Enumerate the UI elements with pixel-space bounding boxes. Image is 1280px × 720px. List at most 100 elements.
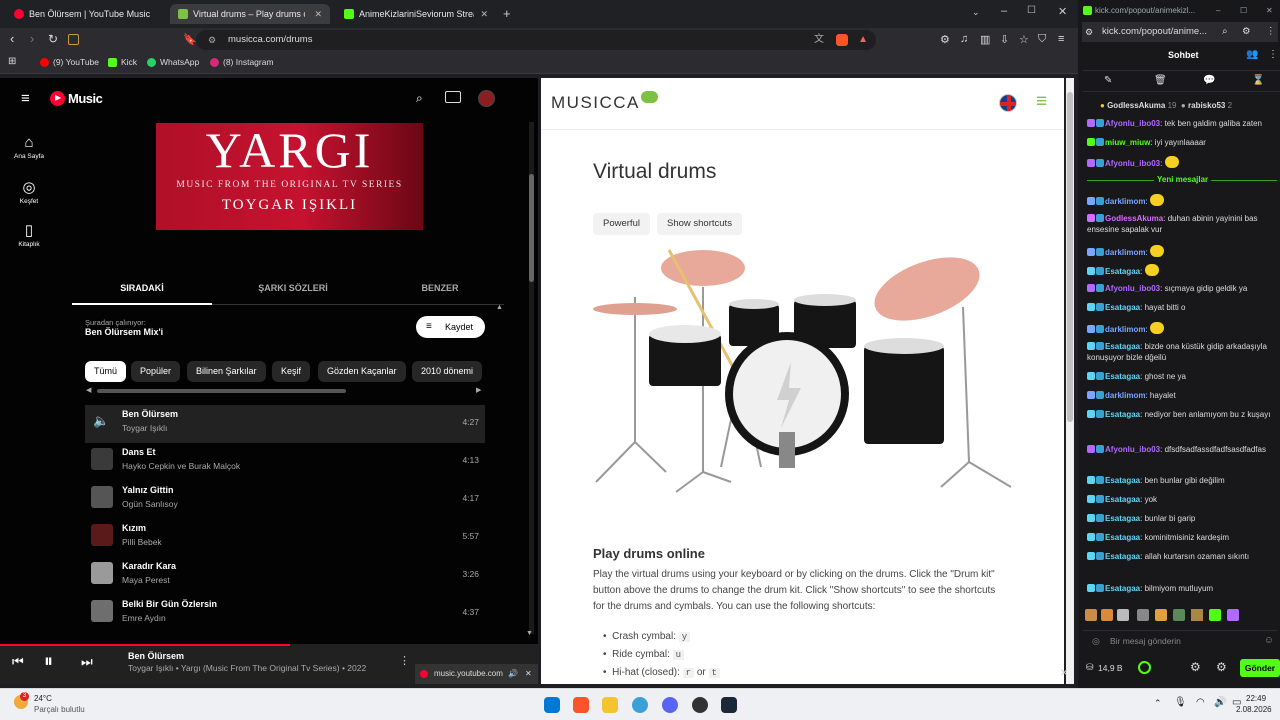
chip-2010[interactable]: 2010 dönemi xyxy=(412,361,483,382)
wifi-icon[interactable]: ◠ xyxy=(1196,697,1205,708)
chat-username[interactable]: Esatagaa xyxy=(1105,495,1140,504)
queue-scroll-down-icon[interactable]: ▼ xyxy=(526,630,533,637)
menu-icon[interactable]: ⋮ xyxy=(1266,22,1276,42)
settings-app-icon[interactable] xyxy=(632,697,648,713)
musicca-logo[interactable]: MUSICCA xyxy=(551,93,640,113)
chat-username[interactable]: Afyonlu_ibo03 xyxy=(1105,119,1160,128)
chat-username[interactable]: darklimom xyxy=(1105,325,1145,334)
close-window-icon[interactable]: ✕ xyxy=(1058,5,1067,18)
chat-message[interactable]: GodlessAkuma: duhan abinin yayinini bas … xyxy=(1087,213,1277,235)
emoji-icon[interactable]: ☺ xyxy=(1264,631,1274,651)
favorites-icon[interactable]: ☆ xyxy=(1019,33,1029,46)
close-tab-icon[interactable]: ✕ xyxy=(474,9,488,20)
chat-message[interactable]: Afyonlu_ibo03: dfsdfsadfassdfadfsasdfadf… xyxy=(1087,444,1277,455)
pause-icon[interactable]: ⏸ xyxy=(44,651,53,672)
chat-message[interactable]: Esatagaa: yok xyxy=(1087,494,1277,505)
progress-bar[interactable] xyxy=(0,644,290,646)
bookmark-whatsapp[interactable]: WhatsApp xyxy=(147,57,199,67)
maximize-icon[interactable]: ☐ xyxy=(1027,5,1036,16)
queue-row[interactable]: Belki Bir Gün Özlersin Emre Aydın 4:37 xyxy=(85,595,485,633)
chat-username[interactable]: Esatagaa xyxy=(1105,476,1140,485)
chat-message[interactable]: Esatagaa: bizde ona küstük gidip arkadaş… xyxy=(1087,341,1277,363)
zoom-icon[interactable]: ⌕ xyxy=(1222,22,1228,42)
chat-message[interactable]: Afyonlu_ibo03: xyxy=(1087,156,1277,169)
chat-username[interactable]: Afyonlu_ibo03 xyxy=(1105,159,1160,168)
tab-search-icon[interactable]: ⌄ xyxy=(972,7,980,18)
chat-message[interactable]: miuw_miuw: iyi yayınlaaaar xyxy=(1087,137,1277,148)
users-icon[interactable]: 👥 xyxy=(1246,49,1258,60)
chat-message[interactable]: Esatagaa: hayat bitti o xyxy=(1087,302,1277,313)
media-mini-tab[interactable]: music.youtube.com 🔊 ✕ xyxy=(415,664,538,684)
chat-username[interactable]: Esatagaa xyxy=(1105,552,1140,561)
chat-message[interactable]: Esatagaa: ghost ne ya xyxy=(1087,371,1277,382)
chat-message[interactable]: darklimom: xyxy=(1087,194,1277,207)
floor-tom[interactable] xyxy=(864,346,944,444)
extensions-icon[interactable]: ⚙ xyxy=(940,33,950,46)
tray-chevron-icon[interactable]: ⌃ xyxy=(1154,698,1162,709)
chat-message[interactable]: Esatagaa: xyxy=(1087,264,1277,277)
emote-icon[interactable] xyxy=(1137,609,1149,621)
emote-icon[interactable] xyxy=(1209,609,1221,621)
page-scrollbar[interactable] xyxy=(529,122,534,634)
youtube-music-logo-icon[interactable]: ▶ xyxy=(50,91,65,106)
more-options-icon[interactable]: ⋮ xyxy=(399,654,410,667)
chat-message[interactable]: Esatagaa: bilmiyom mutluyum xyxy=(1087,583,1277,594)
next-icon[interactable]: ⏭ xyxy=(81,654,93,670)
chip-missed[interactable]: Gözden Kaçanlar xyxy=(318,361,406,382)
chip-all[interactable]: Tümü xyxy=(85,361,127,382)
close-split-icon[interactable]: ✕ xyxy=(1060,668,1068,679)
chat-message[interactable]: Esatagaa: kominitmisiniz kardeşim xyxy=(1087,532,1277,543)
tab-youtube-music[interactable]: Ben Ölürsem | YouTube Music xyxy=(6,4,166,24)
musicca-scrollbar[interactable] xyxy=(1066,78,1074,684)
sidebar-icon[interactable]: ▥ xyxy=(980,33,990,46)
menu-icon[interactable]: ≡ xyxy=(1036,92,1047,111)
site-info-icon[interactable]: ⚙ xyxy=(208,30,216,50)
chat-message[interactable]: darklimom: xyxy=(1087,322,1277,335)
nav-explore[interactable]: ◎ Keşfet xyxy=(8,178,50,205)
apps-grid-icon[interactable]: ⊞ xyxy=(8,56,16,67)
chips-scroll-left-icon[interactable]: ◀ xyxy=(86,386,91,394)
maximize-icon[interactable]: ☐ xyxy=(1240,2,1247,20)
show-shortcuts-button[interactable]: Show shortcuts xyxy=(657,213,742,235)
new-tab-button[interactable]: + xyxy=(503,6,511,21)
emote-icon[interactable] xyxy=(1227,609,1239,621)
chat-username[interactable]: Afyonlu_ibo03 xyxy=(1105,284,1160,293)
chat-message[interactable]: Afyonlu_ibo03: sıçmaya gidip geldik ya xyxy=(1087,283,1277,294)
chat-username[interactable]: GodlessAkuma xyxy=(1105,214,1163,223)
brave-shields-icon[interactable] xyxy=(836,34,848,46)
address-bar[interactable]: ⚙ musicca.com/drums 文 ▲ xyxy=(196,30,876,50)
queue-row[interactable]: Karadır Kara Maya Perest 3:26 xyxy=(85,557,485,595)
steam-icon[interactable] xyxy=(721,697,737,713)
nav-home[interactable]: ⌂ Ana Sayfa xyxy=(8,134,50,160)
reload-icon[interactable]: ↻ xyxy=(48,32,58,46)
translate-icon[interactable]: 文 xyxy=(814,30,824,50)
emote-icon[interactable] xyxy=(1173,609,1185,621)
close-icon[interactable]: ✕ xyxy=(525,664,532,684)
queue-scroll-up-icon[interactable]: ▲ xyxy=(496,304,503,311)
nav-library[interactable]: ▯ Kitaplık xyxy=(8,221,50,248)
uk-flag-icon[interactable] xyxy=(999,94,1017,112)
chat-message[interactable]: darklimom: xyxy=(1087,245,1277,258)
obs-icon[interactable] xyxy=(692,697,708,713)
chat-message[interactable]: darklimom: hayalet xyxy=(1087,390,1277,401)
chips-scroll-right-icon[interactable]: ▶ xyxy=(476,386,481,394)
queue-row-playing[interactable]: 🔈 Ben Ölürsem Toygar Işıklı 4:27 xyxy=(85,405,485,443)
emote-icon[interactable] xyxy=(1101,609,1113,621)
tab-related[interactable]: BENZER xyxy=(390,283,490,293)
chat-username[interactable]: Esatagaa xyxy=(1105,267,1140,276)
chat-message[interactable]: Esatagaa: ben bunlar gibi değilim xyxy=(1087,475,1277,486)
hihat-cymbal[interactable] xyxy=(593,303,677,315)
chat-message[interactable]: Esatagaa: allah kurtarsın ozaman sıkıntı xyxy=(1087,551,1277,562)
chat-username[interactable]: darklimom xyxy=(1105,248,1145,257)
windows-start-icon[interactable] xyxy=(544,697,560,713)
emote-strip[interactable] xyxy=(1085,609,1275,625)
chat-username[interactable]: Esatagaa xyxy=(1105,533,1140,542)
trash-icon[interactable]: 🗑 xyxy=(1154,75,1167,86)
cast-icon[interactable] xyxy=(445,91,461,103)
bookmark-youtube[interactable]: (9) YouTube xyxy=(40,57,99,67)
chips-scrollbar[interactable] xyxy=(97,389,346,393)
chat-bubble-icon[interactable]: 💬 xyxy=(1203,75,1215,86)
settings-icon[interactable]: ⚙ xyxy=(1190,660,1201,674)
tab-up-next[interactable]: SIRADAKİ xyxy=(92,283,192,293)
pinned-user[interactable]: GodlessAkuma xyxy=(1107,101,1165,110)
